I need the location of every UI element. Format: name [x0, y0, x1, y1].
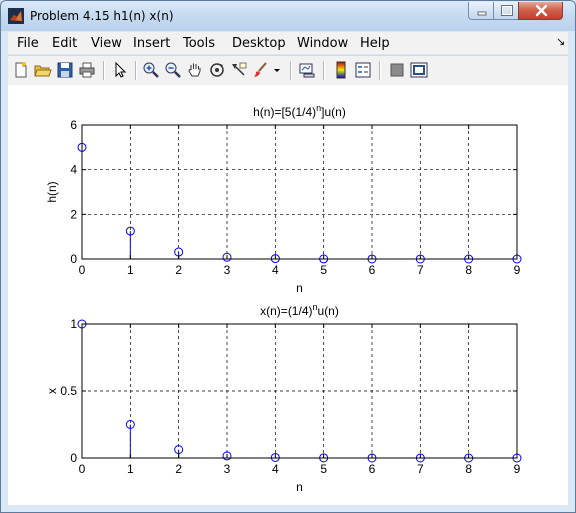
menu-view[interactable]: View: [91, 36, 122, 51]
axes-2-title: x(n)=(1/4)nu(n): [260, 302, 339, 318]
axes-1-x-tick-label: 5: [320, 263, 327, 277]
toolbar-separator: [135, 61, 137, 80]
axes-2-y-tick-label: 0.5: [60, 384, 77, 398]
axes-1-title: h(n)=[5(1/4)n]u(n): [253, 103, 346, 119]
axes-2-title-main: x(n)=(1/4): [260, 304, 312, 318]
close-icon: [535, 4, 548, 17]
axes-1-y-tick-label: 6: [70, 118, 77, 132]
brush-dropdown-icon[interactable]: [272, 61, 282, 79]
axes-1-x-tick-label: 6: [369, 263, 376, 277]
axes-2-x-axis-label: n: [296, 480, 303, 494]
menu-insert[interactable]: Insert: [133, 36, 170, 51]
toolbar-separator: [323, 61, 325, 80]
pan-hand-icon[interactable]: [186, 61, 204, 79]
menu-edit[interactable]: Edit: [52, 36, 77, 51]
menu-bar: File Edit View Insert Tools Desktop Wind…: [8, 32, 568, 54]
toolbar-separator: [103, 61, 105, 80]
edit-plot-arrow-icon[interactable]: [111, 61, 129, 79]
hide-plot-tools-icon[interactable]: [388, 61, 406, 79]
window-title: Problem 4.15 h1(n) x(n): [30, 9, 174, 23]
menu-desktop[interactable]: Desktop: [232, 36, 286, 51]
toolbar-separator: [379, 61, 381, 80]
axes-2-x-tick-label: 5: [320, 462, 327, 476]
new-figure-icon[interactable]: [12, 61, 30, 79]
menu-window[interactable]: Window: [297, 36, 348, 51]
figure-window: Problem 4.15 h1(n) x(n) File Edit View I…: [0, 0, 576, 513]
colorbar-icon[interactable]: [332, 61, 350, 79]
title-bar[interactable]: Problem 4.15 h1(n) x(n): [1, 1, 575, 31]
legend-icon[interactable]: [354, 61, 372, 79]
axes-1-title-tail: ]u(n): [321, 105, 346, 119]
axes-2-x-tick-label: 7: [417, 462, 424, 476]
maximize-icon: [501, 5, 513, 16]
axes-2-x-tick-label: 6: [369, 462, 376, 476]
axes-2-x-tick-label: 9: [514, 462, 521, 476]
zoom-in-icon[interactable]: [142, 61, 160, 79]
data-cursor-icon[interactable]: [230, 61, 248, 79]
axes-1-x-tick-label: 8: [465, 263, 472, 277]
maximize-button[interactable]: [493, 2, 519, 20]
axes-1-y-tick-label: 0: [70, 252, 77, 266]
axes-1-x-tick-label: 7: [417, 263, 424, 277]
close-button[interactable]: [518, 2, 563, 20]
figure-canvas[interactable]: 0 1 2 3 4 5 6 7 8 9 0 2 4 6 n h(n) h(n)=[5(1/4)n]u(n) 0 1 2…: [8, 85, 568, 505]
axes-1-y-tick-label: 2: [70, 207, 77, 221]
zoom-out-icon[interactable]: [164, 61, 182, 79]
menu-tools[interactable]: Tools: [183, 36, 215, 51]
axes-2-x-tick-label: 1: [127, 462, 134, 476]
axes-1-y-axis-label: h(n): [45, 181, 59, 202]
rotate-3d-icon[interactable]: [208, 61, 226, 79]
menu-help[interactable]: Help: [360, 36, 390, 51]
axes-2-title-tail: u(n): [318, 304, 339, 318]
figure-toolbar: [8, 55, 568, 86]
matlab-logo-icon: [8, 8, 24, 24]
axes-2-x-tick-label: 3: [224, 462, 231, 476]
axes-1-x-tick-label: 9: [514, 263, 521, 277]
open-file-icon[interactable]: [34, 61, 52, 79]
axes-1-x-axis-label: n: [296, 281, 303, 295]
axes-2-y-axis-label: x: [45, 388, 59, 394]
menu-file[interactable]: File: [17, 36, 39, 51]
dock-figure-icon[interactable]: ↘: [556, 35, 565, 48]
axes-2-x-tick-label: 2: [175, 462, 182, 476]
brush-icon[interactable]: [252, 61, 270, 79]
minimize-button[interactable]: [468, 2, 494, 20]
axes-1-x-tick-label: 1: [127, 263, 134, 277]
show-plot-tools-icon[interactable]: [410, 61, 428, 79]
axes-1-x-tick-label: 2: [175, 263, 182, 277]
minimize-icon: [477, 11, 487, 16]
save-icon[interactable]: [56, 61, 74, 79]
axes-1-background[interactable]: [82, 125, 517, 259]
print-icon[interactable]: [78, 61, 96, 79]
axes-2-y-tick-label: 0: [70, 451, 77, 465]
axes-2-x-tick-label: 4: [272, 462, 279, 476]
axes-1-y-tick-label: 4: [70, 163, 77, 177]
axes-2-y-tick-label: 1: [70, 317, 77, 331]
axes-2-x-tick-label: 8: [465, 462, 472, 476]
axes-1-x-tick-label: 4: [272, 263, 279, 277]
axes-1-x-tick-label: 0: [79, 263, 86, 277]
toolbar-separator: [290, 61, 292, 80]
axes-1-x-tick-label: 3: [224, 263, 231, 277]
axes-1-title-main: h(n)=[5(1/4): [253, 105, 316, 119]
link-plot-icon[interactable]: [298, 61, 316, 79]
axes-2-x-tick-label: 0: [79, 462, 86, 476]
